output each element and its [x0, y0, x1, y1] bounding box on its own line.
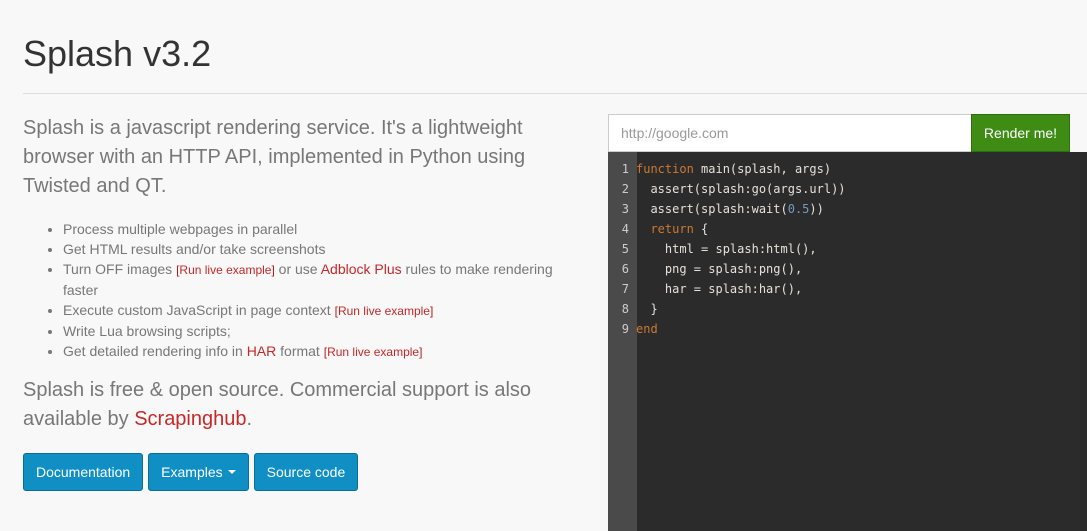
- feature-text: Process multiple webpages in parallel: [63, 221, 298, 237]
- intro-column: Splash is a javascript rendering service…: [23, 114, 583, 491]
- feature-list: Process multiple webpages in parallel Ge…: [23, 219, 583, 362]
- code-line: 2 assert(splash:go(args.url)): [608, 179, 1087, 199]
- code-line: 8 }: [608, 299, 1087, 319]
- feature-text: or use: [274, 261, 321, 277]
- caret-down-icon: [227, 470, 236, 474]
- feature-text: Write Lua browsing scripts;: [63, 323, 231, 339]
- code-editor[interactable]: 1 function main(splash, args) 2 assert(sp…: [608, 152, 1087, 531]
- feature-text: Execute custom JavaScript in page contex…: [63, 302, 335, 318]
- run-live-example-link[interactable]: Run live example: [338, 304, 430, 318]
- feature-text: Get HTML results and/or take screenshots: [63, 241, 326, 257]
- line-number: 6: [621, 262, 629, 276]
- list-item: Turn OFF images [Run live example] or us…: [63, 259, 583, 300]
- url-input[interactable]: [608, 114, 971, 152]
- code-line: 9 end: [608, 319, 1087, 339]
- examples-dropdown-button[interactable]: Examples: [148, 453, 249, 491]
- feature-text: format: [276, 343, 324, 359]
- intro-text: Splash is a javascript rendering service…: [23, 117, 526, 197]
- code-line: 6 png = splash:png(),: [608, 259, 1087, 279]
- source-code-button[interactable]: Source code: [253, 453, 359, 491]
- list-item: Get detailed rendering info in HAR forma…: [63, 341, 583, 362]
- feature-text: Turn OFF images: [63, 261, 177, 277]
- list-item: Process multiple webpages in parallel: [63, 219, 583, 239]
- line-number: 5: [621, 242, 629, 256]
- page-title: Splash v3.2: [23, 33, 212, 74]
- code-area[interactable]: 1 function main(splash, args) 2 assert(sp…: [608, 159, 1087, 339]
- action-buttons: Documentation Examples Source code: [23, 453, 583, 491]
- line-number: 7: [621, 282, 629, 296]
- line-number: 4: [621, 222, 629, 236]
- har-link[interactable]: HAR: [247, 343, 277, 359]
- code-line: 1 function main(splash, args): [608, 159, 1087, 179]
- list-item: Get HTML results and/or take screenshots: [63, 239, 583, 259]
- line-number: 3: [621, 202, 629, 216]
- run-live-example-link[interactable]: Run live example: [327, 345, 419, 359]
- scrapinghub-link[interactable]: Scrapinghub: [134, 408, 246, 430]
- list-item: Execute custom JavaScript in page contex…: [63, 300, 583, 321]
- live-example-bracket: [Run live example]: [323, 345, 423, 359]
- documentation-button[interactable]: Documentation: [23, 453, 144, 491]
- render-button[interactable]: Render me!: [971, 114, 1070, 152]
- code-line: 3 assert(splash:wait(0.5)): [608, 199, 1087, 219]
- run-live-example-link[interactable]: Run live example: [179, 263, 271, 277]
- feature-text: Get detailed rendering info in: [63, 343, 247, 359]
- code-line: 7 har = splash:har(),: [608, 279, 1087, 299]
- line-number: 9: [621, 322, 629, 336]
- code-line: 5 html = splash:html(),: [608, 239, 1087, 259]
- line-number: 2: [621, 182, 629, 196]
- support-text: Splash is free & open source. Commercial…: [23, 379, 532, 430]
- line-number: 1: [621, 162, 629, 176]
- adblock-plus-link[interactable]: Adblock Plus: [321, 261, 402, 277]
- line-number: 8: [621, 302, 629, 316]
- list-item: Write Lua browsing scripts;: [63, 321, 583, 341]
- render-form: Render me!: [608, 114, 1070, 152]
- live-example-bracket: [Run live example]: [334, 304, 434, 318]
- header-divider: [23, 93, 1087, 94]
- live-example-bracket: [Run live example]: [176, 263, 275, 277]
- code-line: 4 return {: [608, 219, 1087, 239]
